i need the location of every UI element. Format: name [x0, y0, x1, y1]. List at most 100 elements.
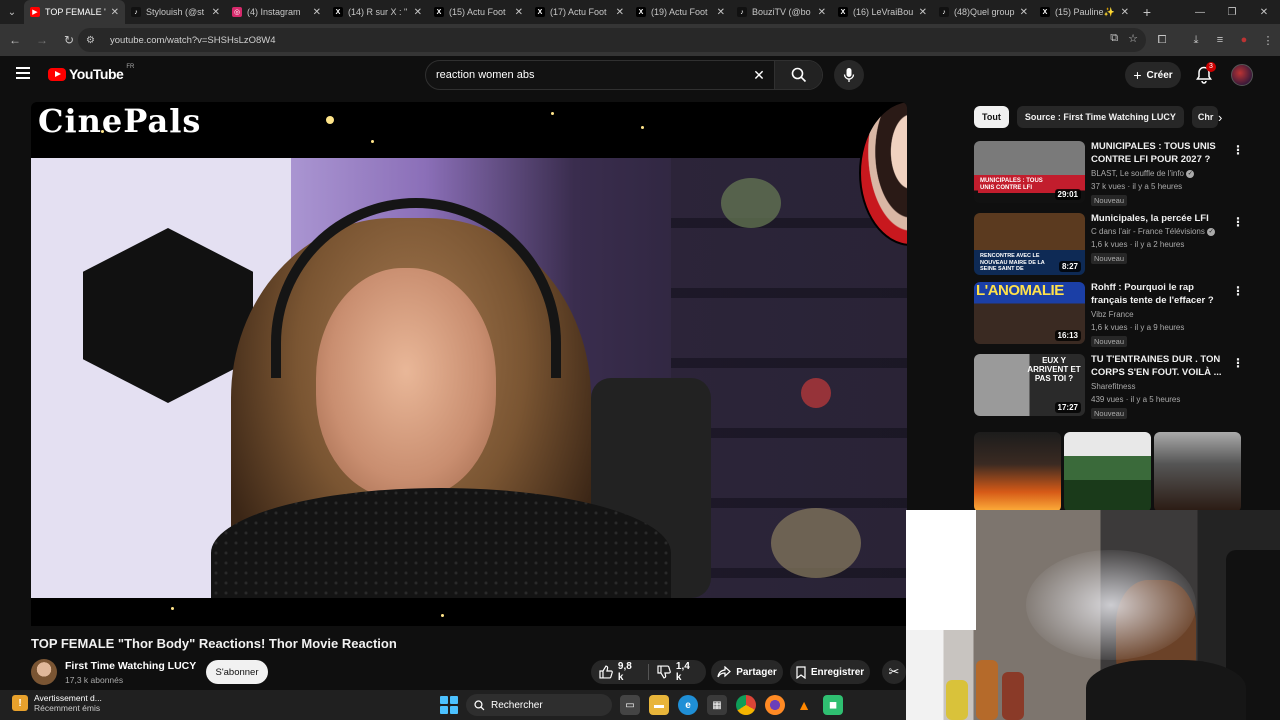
browser-tab[interactable]: X (17) Actu Foot ✕ — [529, 0, 630, 24]
url-bar[interactable]: ⚙ youtube.com/watch?v=SHSHsLzO8W4 ⧉ ☆ — [78, 28, 1146, 52]
voice-search-button[interactable] — [834, 60, 864, 90]
video-player[interactable]: CinePals — [31, 102, 907, 626]
save-button[interactable]: Enregistrer — [790, 660, 870, 684]
minimize-icon[interactable]: — — [1184, 0, 1216, 24]
duration-badge: 17:27 — [1054, 402, 1081, 413]
more-options-icon[interactable]: ⋮ — [1232, 356, 1244, 370]
close-tab-icon[interactable]: ✕ — [616, 7, 624, 18]
browser-tab[interactable]: X (16) LeVraiBou ✕ — [832, 0, 933, 24]
create-button[interactable]: + Créer — [1125, 62, 1181, 88]
channel-avatar[interactable] — [31, 659, 57, 685]
verified-icon: ✓ — [1186, 169, 1195, 178]
taskbar-search[interactable]: Rechercher — [466, 694, 612, 716]
chevron-right-icon[interactable]: › — [1218, 110, 1222, 125]
video-thumbnail[interactable]: L'ANOMALIE 16:13 — [974, 282, 1085, 344]
recommendation-item[interactable]: RENCONTRE AVEC LE NOUVEAU MAIRE DE LA SE… — [974, 213, 1244, 277]
recommendation-title[interactable]: Municipales, la percée LFI — [1091, 213, 1223, 226]
app-icon[interactable]: ◼ — [823, 695, 843, 715]
search-input[interactable]: reaction women abs — [436, 69, 744, 81]
notifications-button[interactable]: 3 — [1195, 62, 1216, 84]
downloads-icon[interactable]: ⤓ — [1184, 34, 1208, 47]
more-options-icon[interactable]: ⋮ — [1232, 215, 1244, 229]
restore-icon[interactable]: ❐ — [1216, 0, 1248, 24]
short-thumbnail[interactable] — [1154, 432, 1241, 512]
window-controls: — ❐ ✕ — [1184, 0, 1280, 24]
install-app-icon[interactable]: ⧉ — [1110, 32, 1118, 45]
share-button[interactable]: Partager — [711, 660, 783, 684]
recommendation-title[interactable]: TU T'ENTRAINES DUR . TON CORPS S'EN FOUT… — [1091, 354, 1223, 379]
tab-search-icon[interactable]: ⌄ — [0, 0, 24, 24]
headset — [271, 198, 561, 378]
back-icon[interactable]: ← — [3, 28, 27, 52]
browser-tab[interactable]: X (14) R sur X : " ✕ — [327, 0, 428, 24]
browser-tab[interactable]: ♪ BouziTV (@bo ✕ — [731, 0, 832, 24]
clear-search-icon[interactable]: ✕ — [744, 67, 774, 84]
recommendation-item[interactable]: L'ANOMALIE 16:13 Rohff : Pourquoi le rap f… — [974, 282, 1244, 347]
recommendation-channel[interactable]: Sharefitness — [1091, 382, 1135, 391]
close-tab-icon[interactable]: ✕ — [313, 7, 321, 18]
file-explorer-icon[interactable]: ▬ — [649, 695, 669, 715]
channel-name[interactable]: First Time Watching LUCY — [65, 660, 196, 672]
recommendation-channel[interactable]: Vibz France — [1091, 310, 1134, 319]
video-thumbnail[interactable]: EUX Y ARRIVENT ET PAS TOI ? 17:27 — [974, 354, 1085, 416]
new-tab-button[interactable]: + — [1135, 4, 1159, 20]
store-icon[interactable]: ▦ — [707, 695, 727, 715]
browser-tab[interactable]: ♪ (48)Quel group ✕ — [933, 0, 1034, 24]
recommendation-title[interactable]: MUNICIPALES : TOUS UNIS CONTRE LFI POUR … — [1091, 141, 1223, 166]
search-button[interactable] — [774, 61, 822, 89]
browser-tab[interactable]: X (19) Actu Foot ✕ — [630, 0, 731, 24]
short-thumbnail[interactable] — [974, 432, 1061, 512]
bookmark-star-icon[interactable]: ☆ — [1128, 32, 1138, 45]
close-tab-icon[interactable]: ✕ — [717, 7, 725, 18]
recommendation-title[interactable]: Rohff : Pourquoi le rap français tente d… — [1091, 282, 1223, 307]
chrome-icon[interactable] — [736, 695, 756, 715]
video-thumbnail[interactable]: RENCONTRE AVEC LE NOUVEAU MAIRE DE LA SE… — [974, 213, 1085, 275]
short-thumbnail[interactable] — [1064, 432, 1151, 512]
close-tab-icon[interactable]: ✕ — [414, 7, 422, 18]
notification-count-badge: 3 — [1206, 62, 1216, 72]
close-tab-icon[interactable]: ✕ — [212, 7, 220, 18]
more-options-icon[interactable]: ⋮ — [1232, 143, 1244, 157]
close-tab-icon[interactable]: ✕ — [111, 7, 119, 18]
chip-all[interactable]: Tout — [974, 106, 1009, 128]
menu-icon[interactable] — [16, 67, 30, 79]
taskbar-notification[interactable]: ! Avertissement d... Récemment émis — [12, 693, 102, 713]
close-window-icon[interactable]: ✕ — [1248, 0, 1280, 24]
close-tab-icon[interactable]: ✕ — [1020, 7, 1028, 18]
account-avatar[interactable] — [1231, 64, 1253, 86]
browser-tab[interactable]: ▶TOP FEMALE "T✕ — [24, 0, 125, 24]
close-tab-icon[interactable]: ✕ — [1121, 7, 1129, 18]
tab-groups-icon[interactable]: ≡ — [1208, 34, 1232, 46]
recommendation-item[interactable]: MUNICIPALES : TOUS UNIS CONTRE LFI 29:01 M… — [974, 141, 1244, 206]
like-button[interactable]: 9,8 k — [591, 660, 648, 684]
forward-icon[interactable]: → — [30, 28, 54, 52]
close-tab-icon[interactable]: ✕ — [818, 7, 826, 18]
close-tab-icon[interactable]: ✕ — [919, 7, 927, 18]
chip-chr[interactable]: Chr — [1191, 106, 1218, 128]
task-view-icon[interactable]: ▭ — [620, 695, 640, 715]
browser-menu-icon[interactable]: ⋮ — [1256, 34, 1280, 47]
youtube-logo[interactable]: YouTube FR — [48, 64, 134, 82]
video-thumbnail[interactable]: MUNICIPALES : TOUS UNIS CONTRE LFI 29:01 — [974, 141, 1085, 203]
site-info-icon[interactable]: ⚙ — [86, 35, 104, 46]
chip-source[interactable]: Source : First Time Watching LUCY — [1016, 106, 1184, 128]
extensions-icon[interactable]: ⧠ — [1150, 34, 1174, 47]
close-tab-icon[interactable]: ✕ — [515, 7, 523, 18]
windows-start-icon[interactable] — [440, 696, 458, 714]
browser-tab[interactable]: ◎ (4) Instagram ✕ — [226, 0, 327, 24]
recommendation-channel[interactable]: C dans l'air - France Télévisions ✓ — [1091, 227, 1216, 236]
browser-tab[interactable]: X (15) Pauline✨ ✕ — [1034, 0, 1135, 24]
recommendation-channel[interactable]: BLAST, Le souffle de l'info ✓ — [1091, 169, 1195, 178]
clip-button[interactable]: ✂ — [882, 660, 906, 684]
browser-tab[interactable]: ♪ Stylouish (@st ✕ — [125, 0, 226, 24]
recommendation-item[interactable]: EUX Y ARRIVENT ET PAS TOI ? 17:27 TU T'ENT… — [974, 354, 1244, 419]
dislike-button[interactable]: 1,4 k — [649, 660, 706, 684]
edge-icon[interactable]: e — [678, 695, 698, 715]
firefox-icon[interactable] — [765, 695, 785, 715]
profile-icon[interactable]: ● — [1232, 34, 1256, 46]
subscribe-button[interactable]: S'abonner — [206, 660, 268, 684]
more-options-icon[interactable]: ⋮ — [1232, 284, 1244, 298]
vlc-icon[interactable]: ▲ — [794, 695, 814, 715]
browser-tab[interactable]: X (15) Actu Foot ✕ — [428, 0, 529, 24]
microphone-icon — [843, 68, 855, 82]
